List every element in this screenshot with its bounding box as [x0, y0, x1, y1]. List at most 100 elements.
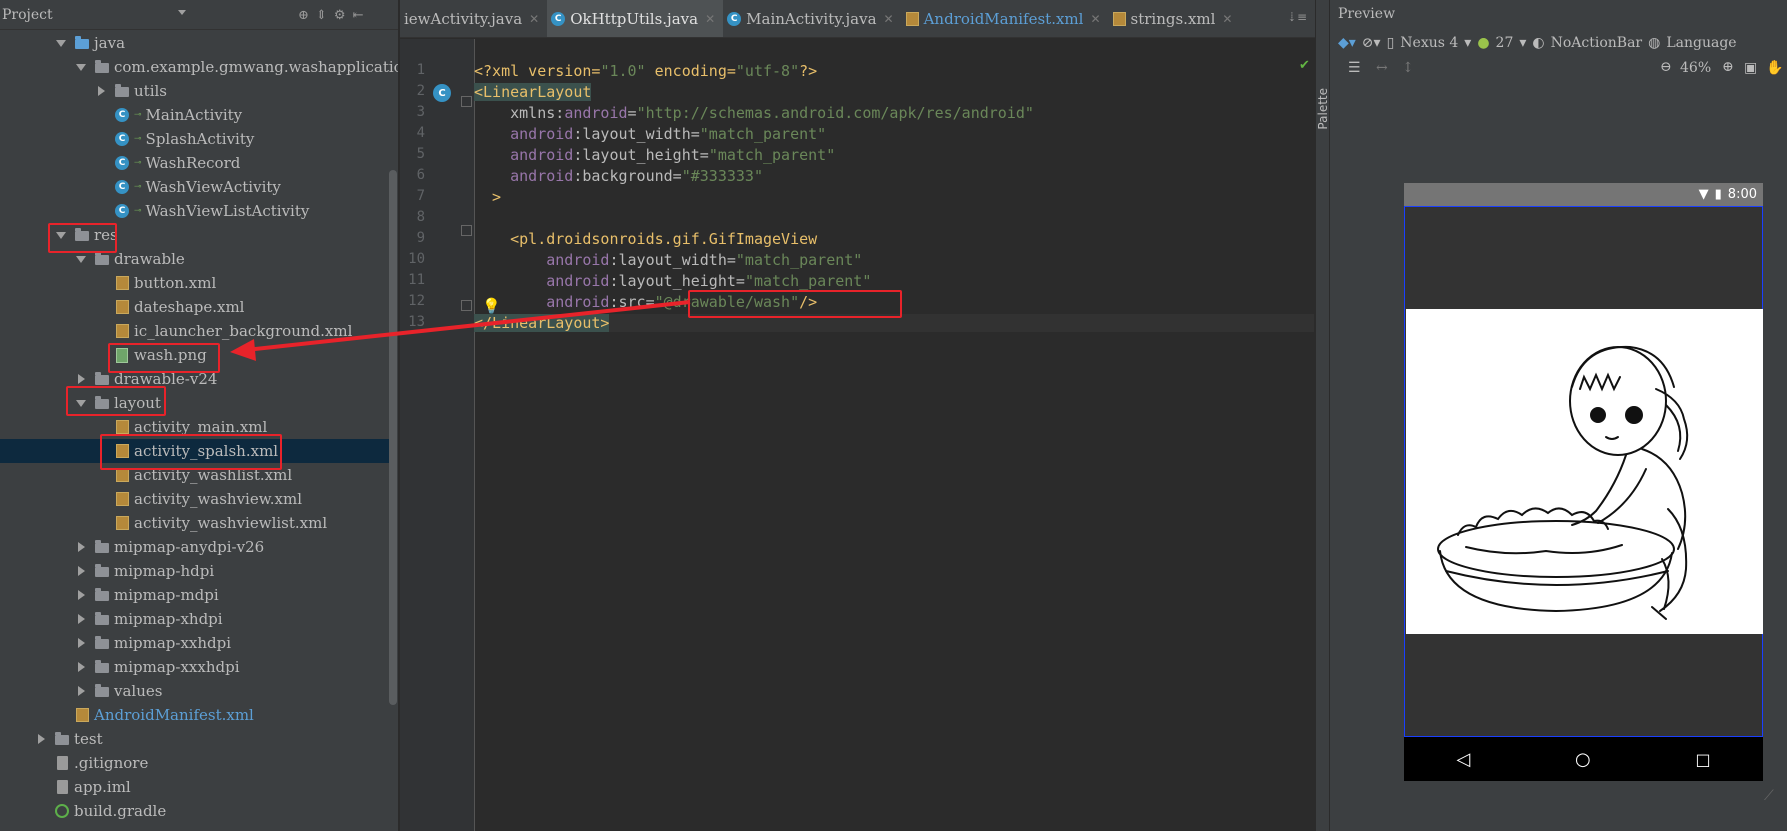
tree-item-label: build.gradle [74, 802, 167, 820]
collapsed-arrow-icon[interactable] [74, 660, 88, 674]
tree-item[interactable]: AndroidManifest.xml [0, 703, 390, 727]
chevron-down-icon[interactable]: ▾ [1464, 35, 1471, 51]
tree-item[interactable]: mipmap-mdpi [0, 583, 390, 607]
fold-marker-icon[interactable] [461, 225, 472, 236]
zoom-out-icon[interactable]: ⊖ [1660, 59, 1672, 75]
locate-icon[interactable]: ⊕ [298, 8, 309, 23]
pan-icon[interactable]: ✋ [1766, 60, 1783, 76]
collapsed-arrow-icon[interactable] [74, 372, 88, 386]
globe-icon[interactable]: ◍ [1648, 35, 1660, 51]
close-icon[interactable]: ✕ [884, 12, 894, 26]
tree-item[interactable]: C ⊸ WashViewListActivity [0, 199, 390, 223]
language-selector[interactable]: Language [1666, 35, 1736, 51]
palette-tab[interactable]: Palette [1316, 88, 1330, 130]
project-scrollbar[interactable] [389, 170, 397, 705]
tree-item[interactable]: mipmap-hdpi [0, 559, 390, 583]
zoom-level: 46% [1680, 60, 1712, 76]
class-gutter-icon[interactable]: C [433, 84, 451, 102]
collapsed-arrow-icon[interactable] [74, 636, 88, 650]
fold-marker-icon[interactable] [461, 96, 472, 107]
attr-namespace: android [474, 146, 574, 164]
collapsed-arrow-icon[interactable] [74, 588, 88, 602]
collapsed-arrow-icon[interactable] [74, 612, 88, 626]
tree-item[interactable]: mipmap-anydpi-v26 [0, 535, 390, 559]
back-icon[interactable]: ◁ [1456, 749, 1470, 770]
tree-item[interactable]: layout [0, 391, 390, 415]
expand-h-icon[interactable]: ↔ [1376, 60, 1388, 76]
class-icon: C [114, 107, 130, 123]
tree-item[interactable]: activity_washviewlist.xml [0, 511, 390, 535]
tree-item[interactable]: C ⊸ WashRecord [0, 151, 390, 175]
zoom-in-icon[interactable]: ⊕ [1722, 59, 1734, 75]
editor-tab[interactable]: iewActivity.java ✕ [400, 0, 547, 37]
tree-item[interactable]: activity_washview.xml [0, 487, 390, 511]
gear-icon[interactable]: ⚙ [334, 8, 346, 23]
tree-item[interactable]: values [0, 679, 390, 703]
orientation-icon[interactable]: ⊘▾ [1362, 35, 1381, 51]
editor-tab[interactable]: C OkHttpUtils.java ✕ [547, 0, 724, 37]
editor-tab-label: MainActivity.java [746, 9, 877, 28]
tree-item[interactable]: app.iml [0, 775, 390, 799]
class-icon: C [551, 11, 566, 26]
gradle-icon [54, 803, 70, 819]
project-title[interactable]: Project [2, 7, 53, 23]
expanded-arrow-icon[interactable] [74, 252, 88, 266]
tree-item[interactable]: mipmap-xxxhdpi [0, 655, 390, 679]
tree-item[interactable]: test [0, 727, 390, 751]
tree-item[interactable]: ic_launcher_background.xml [0, 319, 390, 343]
fit-screen-icon[interactable]: ▣ [1744, 60, 1757, 76]
collapsed-arrow-icon[interactable] [74, 564, 88, 578]
expanded-arrow-icon[interactable] [74, 60, 88, 74]
device-icon[interactable]: ▯ [1387, 35, 1395, 51]
tree-item[interactable]: .gitignore [0, 751, 390, 775]
close-icon[interactable]: ✕ [529, 12, 539, 26]
collapsed-arrow-icon[interactable] [34, 732, 48, 746]
chevron-down-icon[interactable] [178, 10, 186, 15]
collapse-all-icon[interactable]: ⇕ [316, 8, 327, 23]
collapsed-arrow-icon[interactable] [94, 84, 108, 98]
tree-item[interactable]: C ⊸ MainActivity [0, 103, 390, 127]
recents-icon[interactable]: □ [1695, 750, 1710, 769]
preview-toolbar-2: ☰ ↔ ↕ ⊖ 46% ⊕ ▣ ✋ [1330, 58, 1787, 84]
tree-item[interactable]: button.xml [0, 271, 390, 295]
hide-icon[interactable]: ⇤ [352, 8, 363, 23]
close-icon[interactable]: ✕ [1222, 12, 1232, 26]
collapsed-arrow-icon[interactable] [74, 540, 88, 554]
api-selector[interactable]: 27 [1496, 35, 1514, 51]
chevron-down-icon[interactable]: ▾ [1519, 35, 1526, 51]
tree-item[interactable]: dateshape.xml [0, 295, 390, 319]
editor-tab[interactable]: strings.xml ✕ [1109, 0, 1241, 37]
line-number: 10 [408, 251, 425, 267]
theme-icon[interactable]: ◐ [1532, 35, 1544, 51]
home-icon[interactable]: ○ [1575, 749, 1591, 770]
fold-marker-icon[interactable] [461, 300, 472, 311]
menu-icon[interactable]: ☰ [1348, 60, 1361, 76]
tree-item[interactable]: mipmap-xxhdpi [0, 631, 390, 655]
xml-encoding-attr: encoding= [645, 62, 736, 80]
access-icon: ⊸ [134, 182, 142, 192]
tree-item-label: app.iml [74, 778, 131, 796]
tabs-menu-icon[interactable]: ⇣≡ [1287, 10, 1307, 24]
collapsed-arrow-icon[interactable] [74, 684, 88, 698]
tree-item[interactable]: java [0, 31, 390, 55]
editor-tab[interactable]: AndroidManifest.xml ✕ [902, 0, 1109, 37]
resize-handle-icon[interactable]: ⟋ [1764, 788, 1774, 804]
theme-selector[interactable]: NoActionBar [1551, 35, 1643, 51]
tree-item[interactable]: mipmap-xhdpi [0, 607, 390, 631]
device-selector[interactable]: Nexus 4 [1400, 35, 1458, 51]
expanded-arrow-icon[interactable] [54, 36, 68, 50]
tree-item[interactable]: C ⊸ SplashActivity [0, 127, 390, 151]
layers-icon[interactable]: ◆▾ [1338, 35, 1356, 51]
lightbulb-icon[interactable]: 💡 [482, 297, 501, 315]
expand-v-icon[interactable]: ↕ [1402, 60, 1414, 76]
close-icon[interactable]: ✕ [1090, 12, 1100, 26]
code-line-1: <?xml version="1.0" encoding="utf-8"?> [474, 62, 817, 80]
tree-item[interactable]: C ⊸ WashViewActivity [0, 175, 390, 199]
preview-title: Preview [1338, 6, 1396, 22]
editor-tab[interactable]: C MainActivity.java ✕ [723, 0, 901, 37]
android-icon[interactable]: ● [1477, 35, 1489, 51]
close-icon[interactable]: ✕ [705, 12, 715, 26]
tree-item[interactable]: utils [0, 79, 390, 103]
tree-item[interactable]: build.gradle [0, 799, 390, 823]
tree-item[interactable]: com.example.gmwang.washapplication [0, 55, 398, 79]
